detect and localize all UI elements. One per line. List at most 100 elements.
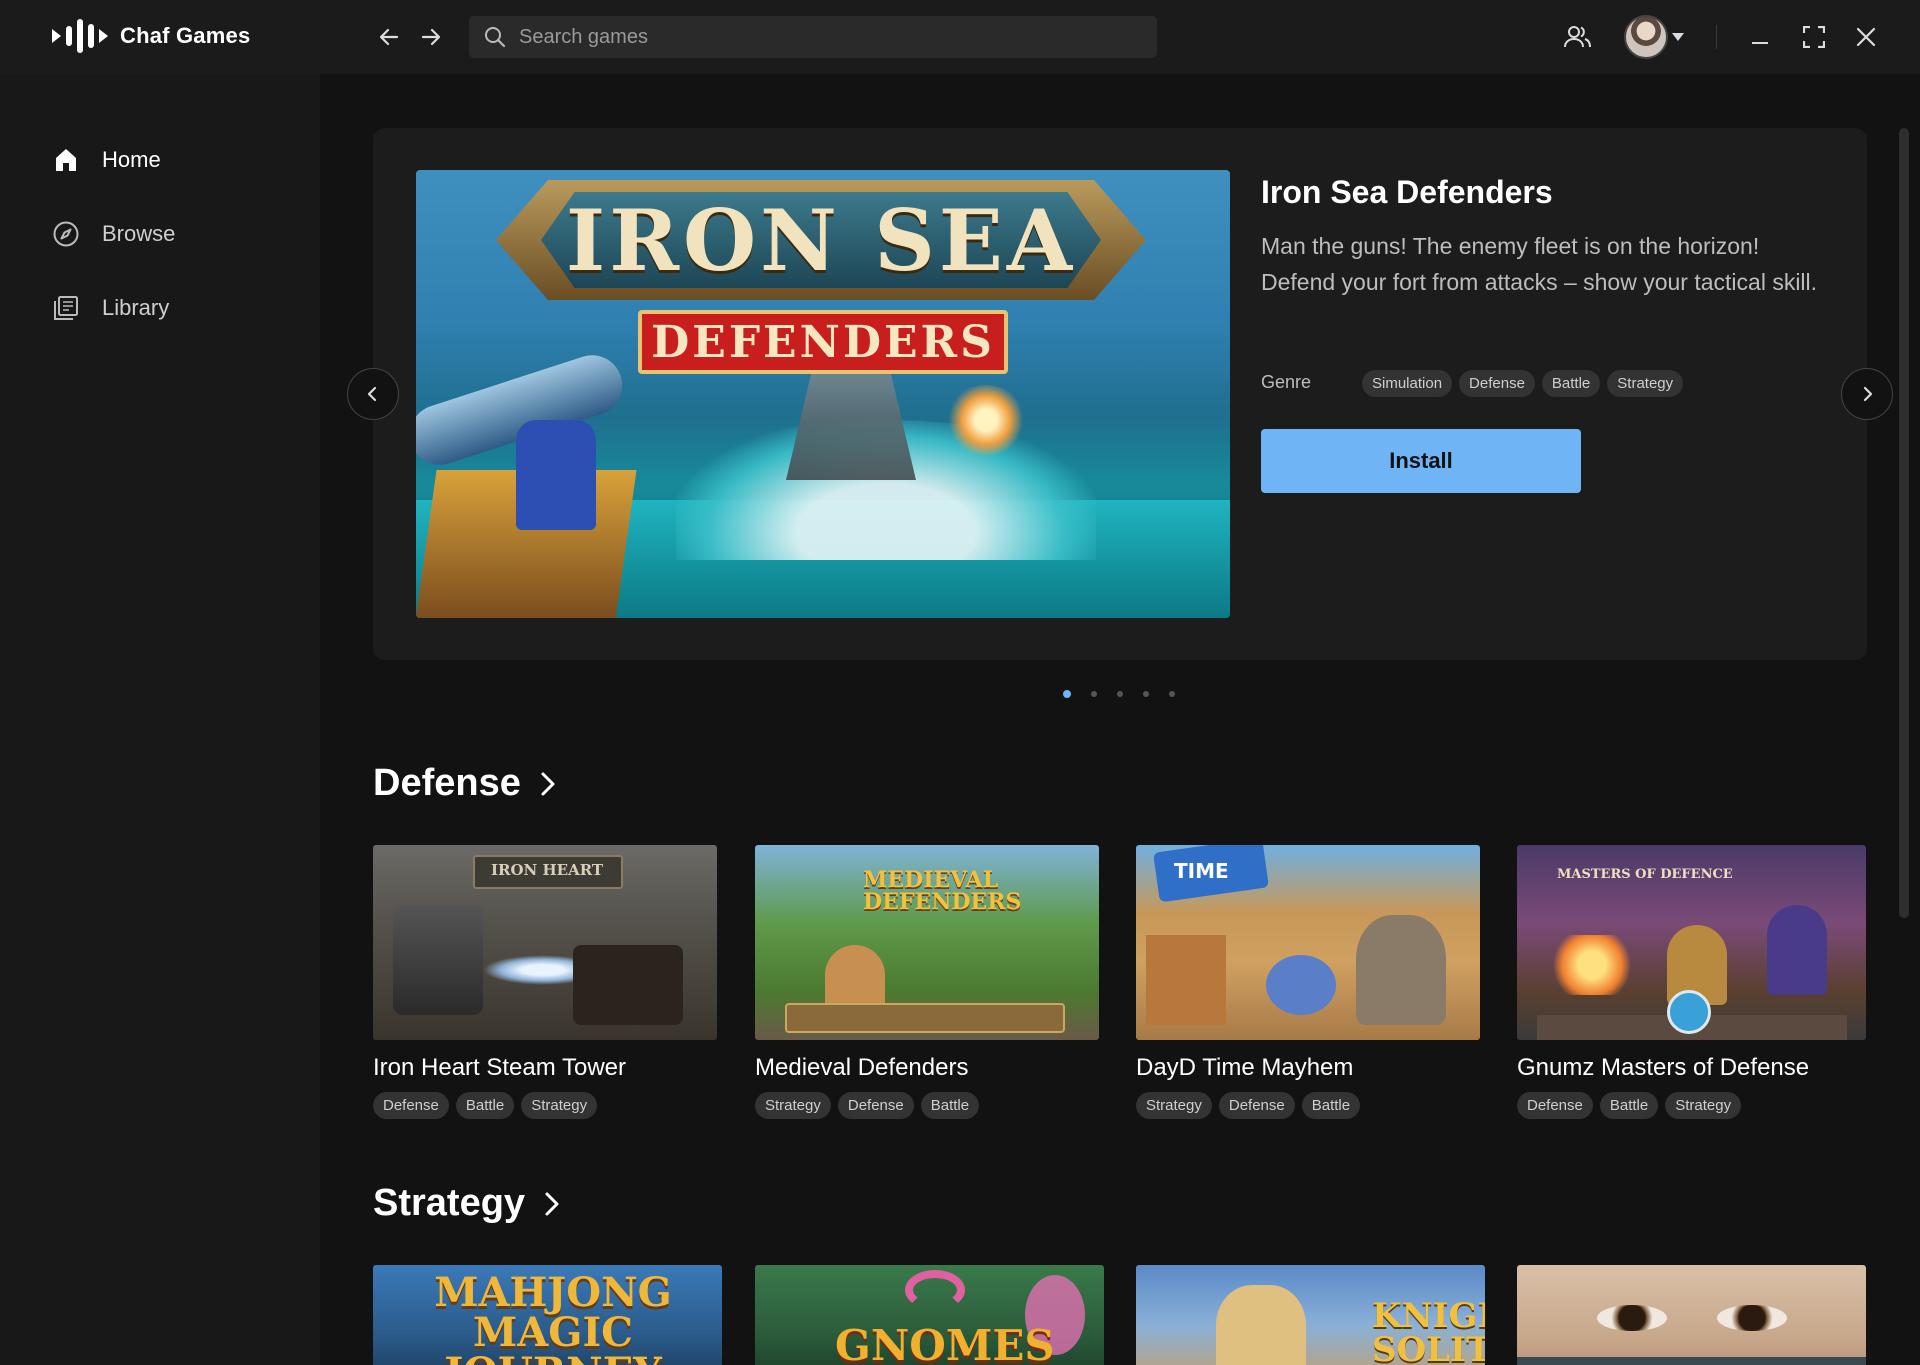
back-button[interactable] [372,20,406,54]
genre-tag[interactable]: Battle [455,1092,515,1119]
hero-description: Man the guns! The enemy fleet is on the … [1261,233,1818,295]
game-card[interactable]: KNIGHT SOLITAIRE [1136,1265,1485,1365]
game-card[interactable] [1517,1265,1866,1365]
game-tags: Defense Battle Strategy [1517,1092,1866,1119]
carousel-next-button[interactable] [1841,368,1893,420]
logo-icon [52,18,108,54]
carousel-dot[interactable] [1091,691,1097,697]
friends-icon [1564,26,1591,48]
game-tags: Defense Battle Strategy [373,1092,717,1119]
friends-button[interactable] [1557,18,1597,56]
library-icon [54,296,78,320]
scrollbar[interactable] [1899,128,1909,918]
sidebar-item-home[interactable]: Home [52,140,161,180]
genre-tag[interactable]: Battle [920,1092,980,1119]
carousel-dot[interactable] [1169,691,1175,697]
app-name: Chaf Games [120,23,251,48]
sidebar-item-browse[interactable]: Browse [52,214,175,254]
sidebar-item-label: Home [102,147,161,172]
game-title: Medieval Defenders [755,1054,969,1081]
ship-shape [786,370,916,480]
titlebar-divider [1716,25,1717,49]
section-title: Strategy [373,1182,526,1224]
game-thumbnail: IRON HEART [373,845,717,1040]
game-card[interactable]: IRON HEART Iron Heart Steam Tower Defens… [373,845,717,1119]
forward-button[interactable] [414,20,448,54]
close-icon [1856,27,1876,47]
hero-logo-subbanner: DEFENDERS [638,310,1008,374]
minimize-button[interactable] [1740,18,1780,56]
genre-label: Genre [1261,372,1312,392]
game-thumbnail: MEDIEVAL DEFENDERS [755,845,1099,1040]
cannon-shape [416,340,656,618]
game-card[interactable]: MEDIEVAL DEFENDERS Medieval Defenders St… [755,845,1099,1119]
carousel-dot[interactable] [1063,690,1071,698]
home-icon [56,149,76,171]
game-card[interactable]: MAHJONG MAGIC JOURNEY [373,1265,722,1365]
app-logo[interactable]: Chaf Games [52,18,250,54]
carousel-indicator [1063,690,1175,698]
arrow-right-icon [421,28,441,46]
game-thumbnail: KNIGHT SOLITAIRE [1136,1265,1485,1365]
compass-icon [53,221,79,247]
hero-tags: Simulation Defense Battle Strategy [1362,370,1684,397]
genre-tag[interactable]: Battle [1301,1092,1361,1119]
genre-tag[interactable]: Strategy [755,1092,831,1119]
install-button[interactable]: Install [1261,429,1581,493]
game-card[interactable]: TIME DayD Time Mayhem Strategy Defense B… [1136,845,1480,1119]
game-title: Iron Heart Steam Tower [373,1054,626,1081]
section-title: Defense [373,762,521,804]
search-bar[interactable] [469,16,1157,58]
chevron-right-icon [541,772,555,795]
search-input[interactable] [519,25,1119,49]
sidebar: Home Browse Library [0,74,320,1365]
title-bar: Chaf Games [0,0,1920,74]
chevron-down-icon [1672,33,1684,41]
game-title: DayD Time Mayhem [1136,1054,1354,1081]
game-tags: Strategy Defense Battle [1136,1092,1480,1119]
maximize-button[interactable] [1794,18,1834,56]
genre-tag[interactable]: Strategy [521,1092,598,1119]
search-icon [485,27,506,48]
genre-tag[interactable]: Defense [1459,370,1535,397]
hero-game-art[interactable]: IRON SEA DEFENDERS [416,170,1230,618]
chevron-left-icon [367,386,377,402]
genre-tag[interactable]: Defense [373,1092,449,1119]
game-thumbnail: MAHJONG MAGIC JOURNEY [373,1265,722,1365]
section-defense-header[interactable]: Defense [373,762,557,805]
hero-logo-banner: IRON SEA [496,180,1146,300]
minimize-icon [1752,42,1768,44]
sidebar-item-label: Browse [102,221,176,246]
chevron-right-icon [1863,386,1873,402]
section-strategy-header[interactable]: Strategy [373,1182,561,1225]
sidebar-item-label: Library [102,295,170,320]
account-menu-button[interactable] [1664,18,1692,56]
chevron-right-icon [545,1192,559,1215]
genre-tag[interactable]: Battle [1541,370,1601,397]
hero-title: Iron Sea Defenders [1261,174,1553,210]
genre-tag[interactable]: Battle [1599,1092,1659,1119]
close-button[interactable] [1846,18,1886,56]
genre-tag[interactable]: Simulation [1362,370,1453,397]
game-card[interactable]: GNOMES [755,1265,1104,1365]
game-card[interactable]: MASTERS OF DEFENCE Gnumz Masters of Defe… [1517,845,1866,1119]
game-title: Gnumz Masters of Defense [1517,1054,1810,1081]
genre-tag[interactable]: Strategy [1665,1092,1742,1119]
carousel-dot[interactable] [1117,691,1123,697]
genre-tag[interactable]: Defense [1218,1092,1295,1119]
game-tags: Strategy Defense Battle [755,1092,1099,1119]
carousel-dot[interactable] [1143,691,1149,697]
genre-tag[interactable]: Defense [1517,1092,1593,1119]
game-thumbnail: GNOMES [755,1265,1104,1365]
genre-tag[interactable]: Strategy [1136,1092,1212,1119]
genre-tag[interactable]: Defense [837,1092,914,1119]
game-thumbnail: TIME [1136,845,1480,1040]
carousel-prev-button[interactable] [347,368,399,420]
genre-tag[interactable]: Strategy [1607,370,1684,397]
game-thumbnail: MASTERS OF DEFENCE [1517,845,1866,1040]
game-thumbnail [1517,1265,1866,1365]
sidebar-item-library[interactable]: Library [52,288,169,328]
arrow-left-icon [379,28,399,46]
avatar[interactable] [1624,15,1668,59]
maximize-icon [1803,26,1825,48]
